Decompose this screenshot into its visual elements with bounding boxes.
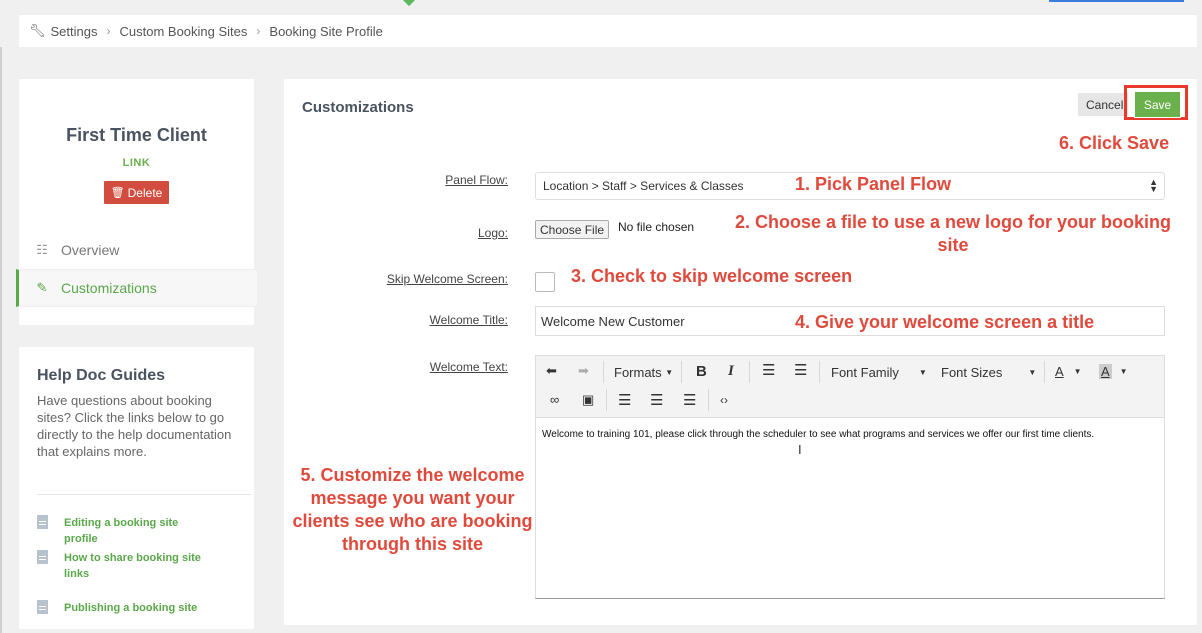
caret-down-icon: ▼ xyxy=(1073,367,1082,376)
help-title: Help Doc Guides xyxy=(37,367,166,384)
font-sizes-label: Font Sizes xyxy=(941,365,1003,380)
profile-card: First Time Client LINK 🗑︎ Delete ☷ Overv… xyxy=(16,79,257,325)
annotation-4: 4. Give your welcome screen a title xyxy=(795,312,1095,332)
help-link-sharing[interactable]: How to share booking site links xyxy=(37,550,209,582)
delete-button[interactable]: 🗑︎ Delete xyxy=(104,181,169,204)
edit-icon: ✎ xyxy=(36,280,48,295)
document-icon xyxy=(37,600,48,614)
bullet-list-icon[interactable]: ☰ xyxy=(762,361,775,379)
no-file-text: No file chosen xyxy=(618,220,695,234)
background-color-button[interactable]: A ▼ xyxy=(1099,364,1128,379)
sidebar-item-overview[interactable]: ☷ Overview xyxy=(19,232,254,268)
status-indicator-icon xyxy=(401,0,417,7)
align-center-icon[interactable]: ☰ xyxy=(650,391,663,409)
breadcrumb-settings[interactable]: Settings xyxy=(51,24,98,39)
breadcrumb-booking-site-profile: Booking Site Profile xyxy=(269,23,383,39)
panel-flow-value: Location > Staff > Services & Classes xyxy=(543,179,744,193)
annotation-3: 3. Check to skip welcome screen xyxy=(571,266,853,286)
help-link-publishing[interactable]: Publishing a booking site xyxy=(37,600,214,616)
top-bar-accent xyxy=(1049,0,1184,2)
skip-welcome-checkbox[interactable] xyxy=(535,272,555,292)
help-link-label: Editing a booking site profile xyxy=(64,517,179,545)
image-icon[interactable]: ▣ xyxy=(582,392,594,408)
profile-link[interactable]: LINK xyxy=(19,157,254,169)
divider xyxy=(749,361,750,383)
divider xyxy=(606,389,607,411)
panel-title: Customizations xyxy=(302,99,414,116)
welcome-text-editor: ⬅︎ ➡︎ Formats ▼ B I ☰ ☰ Font Family ▼ Fon… xyxy=(535,355,1165,599)
skip-welcome-label: Skip Welcome Screen: xyxy=(386,272,508,286)
redo-icon[interactable]: ➡︎ xyxy=(578,363,589,379)
text-color-button[interactable]: A ▼ xyxy=(1055,364,1082,379)
caret-down-icon: ▼ xyxy=(1119,367,1128,376)
undo-icon[interactable]: ⬅︎ xyxy=(546,363,557,379)
help-description: Have questions about booking sites? Clic… xyxy=(37,393,232,459)
formats-dropdown[interactable]: Formats ▼ xyxy=(614,365,673,380)
text-cursor-icon: I xyxy=(798,442,802,457)
text-color-icon: A xyxy=(1055,364,1064,379)
caret-down-icon: ▼ xyxy=(1028,368,1037,377)
help-link-editing[interactable]: Editing a booking site profile xyxy=(37,515,214,547)
font-family-dropdown[interactable]: Font Family ▼ xyxy=(831,365,927,380)
font-sizes-dropdown[interactable]: Font Sizes ▼ xyxy=(941,365,1036,380)
panel-flow-label: Panel Flow: xyxy=(445,173,508,187)
top-strip xyxy=(0,0,1202,16)
logo-label: Logo: xyxy=(477,226,508,240)
sidebar-item-customizations[interactable]: ✎ Customizations xyxy=(16,269,257,307)
choose-file-button[interactable]: Choose File xyxy=(535,220,610,239)
annotation-2: 2. Choose a file to use a new logo for y… xyxy=(734,212,1172,255)
annotation-6: 6. Click Save xyxy=(1059,133,1170,153)
cancel-button[interactable]: Cancel xyxy=(1078,93,1128,116)
sidebar-item-label: Customizations xyxy=(61,280,157,296)
align-right-icon[interactable]: ☰ xyxy=(683,391,696,409)
document-icon xyxy=(37,515,48,529)
editor-toolbar: ⬅︎ ➡︎ Formats ▼ B I ☰ ☰ Font Family ▼ Fon… xyxy=(536,356,1164,418)
bold-button[interactable]: B xyxy=(696,363,707,380)
background-color-icon: A xyxy=(1099,364,1112,379)
document-icon xyxy=(37,550,48,564)
trash-icon: 🗑︎ xyxy=(110,187,125,199)
breadcrumb-separator-icon: › xyxy=(106,24,111,38)
welcome-title-label: Welcome Title: xyxy=(429,313,508,327)
help-link-label: How to share booking site links xyxy=(64,552,201,580)
breadcrumb-custom-booking-sites[interactable]: Custom Booking Sites xyxy=(120,24,248,39)
link-icon[interactable]: ∞ xyxy=(550,392,559,407)
help-card: Help Doc Guides Have questions about boo… xyxy=(19,347,254,629)
help-link-label: Publishing a booking site xyxy=(64,602,198,614)
profile-title: First Time Client xyxy=(66,125,207,145)
align-left-icon[interactable]: ☰ xyxy=(618,391,631,409)
select-arrows-icon: ▲ ▼ xyxy=(1149,177,1158,194)
wrench-icon: 🔧︎ xyxy=(29,23,46,38)
italic-button[interactable]: I xyxy=(728,363,734,380)
divider xyxy=(708,389,709,411)
annotation-1: 1. Pick Panel Flow xyxy=(795,174,952,194)
annotation-5: 5. Customize the welcome message you wan… xyxy=(292,465,533,554)
breadcrumb: 🔧︎ Settings › Custom Booking Sites › Boo… xyxy=(19,15,1197,47)
caret-down-icon: ▼ xyxy=(665,368,674,377)
delete-label: Delete xyxy=(127,185,163,200)
save-button[interactable]: Save xyxy=(1134,91,1181,118)
divider xyxy=(819,361,820,383)
sidebar-item-label: Overview xyxy=(61,242,120,258)
divider xyxy=(681,361,682,383)
divider xyxy=(1044,361,1045,383)
divider xyxy=(37,494,251,495)
font-family-label: Font Family xyxy=(831,365,899,380)
left-edge xyxy=(0,47,2,633)
formats-label: Formats xyxy=(614,365,662,380)
caret-down-icon: ▼ xyxy=(918,368,927,377)
sitemap-icon: ☷ xyxy=(36,242,48,257)
source-code-icon[interactable]: ‹› xyxy=(720,393,728,407)
numbered-list-icon[interactable]: ☰ xyxy=(794,361,807,379)
welcome-text-content[interactable]: Welcome to training 101, please click th… xyxy=(542,429,1142,441)
divider xyxy=(603,361,604,383)
breadcrumb-separator-icon: › xyxy=(256,24,261,38)
welcome-text-label: Welcome Text: xyxy=(429,360,508,374)
